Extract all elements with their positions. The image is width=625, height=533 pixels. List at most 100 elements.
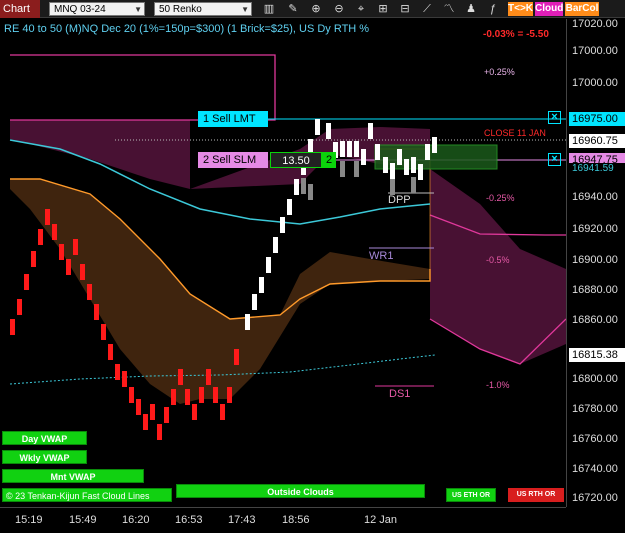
sell-stop-market-order-label[interactable]: 2 Sell SLM <box>198 152 268 168</box>
time-tick: 16:20 <box>122 514 150 526</box>
renko-brick <box>326 123 331 139</box>
us-rth-or-button[interactable]: US RTH OR <box>508 488 564 502</box>
price-axis[interactable]: 17020.00 17000.00 16940.00 16920.00 1690… <box>566 18 625 507</box>
renko-brick <box>101 324 106 340</box>
drawing-tools-icon[interactable]: ⟋ <box>420 2 434 16</box>
renko-brick <box>347 141 352 157</box>
slm-price-offset[interactable]: 13.50 <box>270 152 322 168</box>
renko-brick <box>178 369 183 385</box>
crosshair-icon[interactable]: ⌖ <box>354 2 368 16</box>
prior-close-label: CLOSE 11 JAN <box>484 128 546 138</box>
pct-level-plus-025: +0.25% <box>484 67 515 77</box>
tenkan-kijun-lines-button[interactable]: © 23 Tenkan-Kijun Fast Cloud Lines <box>2 488 172 502</box>
renko-brick <box>94 304 99 320</box>
sell-limit-price-tag: 16975.00 <box>569 112 625 126</box>
pct-level-minus-025: -0.25% <box>486 193 515 203</box>
renko-brick <box>38 229 43 245</box>
pct-level-minus-1: -1.0% <box>486 380 510 390</box>
time-tick: 18:56 <box>282 514 310 526</box>
renko-brick <box>192 404 197 420</box>
renko-brick <box>73 239 78 255</box>
renko-brick <box>164 407 169 423</box>
time-axis[interactable]: 15:19 15:49 16:20 16:53 17:43 18:56 12 J… <box>0 507 566 533</box>
price-tick: 16880.00 <box>572 284 618 296</box>
renko-brick <box>273 237 278 253</box>
close-icon[interactable]: × <box>548 111 561 124</box>
strategy-icon[interactable]: ♟ <box>464 2 478 16</box>
renko-brick <box>227 387 232 403</box>
day-vwap-button[interactable]: Day VWAP <box>2 431 87 445</box>
chart-toolbar: Chart MNQ 03-24 ▼ 50 Renko ▼ ▥ ✎ ⊕ ⊖ ⌖ ⊞… <box>0 0 625 18</box>
instrument-selector[interactable]: MNQ 03-24 ▼ <box>49 2 145 16</box>
renko-brick <box>206 369 211 385</box>
price-tick: 16860.00 <box>572 314 618 326</box>
renko-brick <box>143 414 148 430</box>
zoom-out-icon[interactable]: ⊖ <box>332 2 346 16</box>
renko-brick <box>24 274 29 290</box>
renko-brick <box>390 163 395 179</box>
renko-brick <box>171 389 176 405</box>
renko-brick <box>301 178 306 194</box>
outside-clouds-button[interactable]: Outside Clouds <box>176 484 425 498</box>
monthly-vwap-button[interactable]: Mnt VWAP <box>2 469 144 483</box>
time-tick: 16:53 <box>175 514 203 526</box>
slm-quantity[interactable]: 2 <box>322 152 336 168</box>
close-icon[interactable]: × <box>548 153 561 166</box>
cyan-line-price-tag: 16941.59 <box>569 163 625 175</box>
renko-brick <box>287 199 292 215</box>
renko-brick <box>108 344 113 360</box>
properties-icon[interactable]: ⊟ <box>398 2 412 16</box>
renko-brick <box>234 349 239 365</box>
renko-brick <box>411 177 416 193</box>
renko-brick <box>150 404 155 420</box>
ds1-label: DS1 <box>389 388 411 400</box>
chart-tab[interactable]: Chart <box>0 0 40 18</box>
renko-brick <box>397 149 402 165</box>
renko-brick <box>383 157 388 173</box>
renko-brick <box>199 387 204 403</box>
bar-chart-icon[interactable]: ▥ <box>262 2 276 16</box>
renko-brick <box>308 184 313 200</box>
price-tick: 16720.00 <box>572 492 618 504</box>
sell-limit-order-label[interactable]: 1 Sell LMT <box>198 111 268 127</box>
indicator-icon[interactable]: ƒ <box>486 2 500 16</box>
renko-brick <box>315 119 320 135</box>
pencil-icon[interactable]: ✎ <box>286 2 300 16</box>
renko-brick <box>404 159 409 175</box>
renko-brick <box>354 141 359 157</box>
renko-brick <box>375 144 380 160</box>
us-eth-or-button[interactable]: US ETH OR <box>446 488 496 502</box>
renko-brick <box>390 179 395 195</box>
zoom-in-icon[interactable]: ⊕ <box>309 2 323 16</box>
time-tick: 17:43 <box>228 514 256 526</box>
renko-brick <box>136 399 141 415</box>
bar-type-value: 50 Renko <box>159 4 202 15</box>
tenkan-kijun-toggle-button[interactable]: T<>K <box>508 2 533 16</box>
bar-color-toggle-button[interactable]: BarCol <box>565 2 599 16</box>
renko-brick <box>418 164 423 180</box>
renko-brick <box>122 371 127 387</box>
renko-brick <box>361 149 366 165</box>
renko-brick <box>340 161 345 177</box>
wr1-label: WR1 <box>369 250 394 262</box>
data-box-icon[interactable]: ⊞ <box>376 2 390 16</box>
renko-brick <box>10 319 15 335</box>
renko-brick <box>252 294 257 310</box>
chevron-down-icon: ▼ <box>134 5 142 14</box>
price-tick: 17020.00 <box>572 18 618 30</box>
renko-brick <box>87 284 92 300</box>
price-tick: 17000.00 <box>572 45 618 57</box>
chart-plot-area[interactable]: RE 40 to 50 (M)NQ Dec 20 (1%=150p=$300) … <box>0 19 566 507</box>
bar-type-selector[interactable]: 50 Renko ▼ <box>154 2 252 16</box>
time-tick: 15:49 <box>69 514 97 526</box>
line-chart-icon[interactable]: 〽 <box>442 2 456 16</box>
renko-brick <box>340 141 345 157</box>
renko-brick <box>280 217 285 233</box>
cloud-toggle-button[interactable]: Cloud <box>535 2 563 16</box>
time-tick: 12 Jan <box>364 514 398 526</box>
chevron-down-icon: ▼ <box>241 5 249 14</box>
weekly-vwap-button[interactable]: Wkly VWAP <box>2 450 87 464</box>
price-tick: 16740.00 <box>572 463 618 475</box>
renko-brick <box>213 387 218 403</box>
renko-brick <box>425 144 430 160</box>
